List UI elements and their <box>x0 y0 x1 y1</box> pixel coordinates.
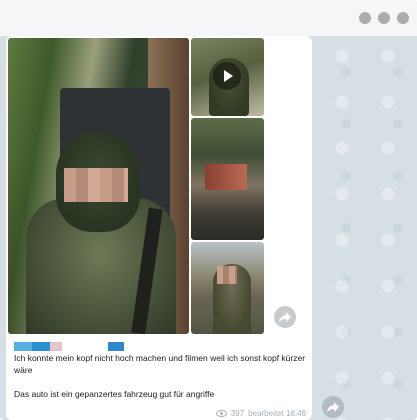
telegram-window: Ich konnte mein kopf nicht hoch machen u… <box>0 0 417 420</box>
play-icon[interactable] <box>213 62 241 90</box>
title-bar <box>0 0 417 36</box>
message-meta: 397 bearbeitet 16:46 <box>215 409 306 418</box>
redaction-bar <box>14 342 306 351</box>
redaction-block <box>108 342 124 351</box>
album-photo-main[interactable] <box>8 38 189 334</box>
face-blur <box>217 266 237 284</box>
photo-detail <box>205 164 247 190</box>
window-control-dot[interactable] <box>359 12 371 24</box>
redaction-block <box>32 342 50 351</box>
eye-icon <box>215 410 227 417</box>
caption-text-1: Ich konnte mein kopf nicht hoch machen u… <box>14 353 306 375</box>
album-photo-soldier[interactable] <box>191 242 264 334</box>
redaction-block <box>14 342 32 351</box>
media-album <box>8 38 264 334</box>
window-controls <box>359 12 409 24</box>
share-icon[interactable] <box>322 396 344 418</box>
redaction-block <box>50 342 62 351</box>
window-control-dot[interactable] <box>378 12 390 24</box>
message-bubble[interactable]: Ich konnte mein kopf nicht hoch machen u… <box>6 36 312 420</box>
view-count: 397 <box>230 409 245 418</box>
edited-timestamp: bearbeitet 16:46 <box>248 409 306 418</box>
window-control-dot[interactable] <box>397 12 409 24</box>
share-icon[interactable] <box>274 306 296 328</box>
album-photo-vehicle[interactable] <box>191 118 264 240</box>
message-caption: Ich konnte mein kopf nicht hoch machen u… <box>14 342 306 400</box>
face-blur <box>64 168 128 202</box>
caption-text-2: Das auto ist ein gepanzertes fahrzeug gu… <box>14 389 215 399</box>
album-video[interactable] <box>191 38 264 116</box>
